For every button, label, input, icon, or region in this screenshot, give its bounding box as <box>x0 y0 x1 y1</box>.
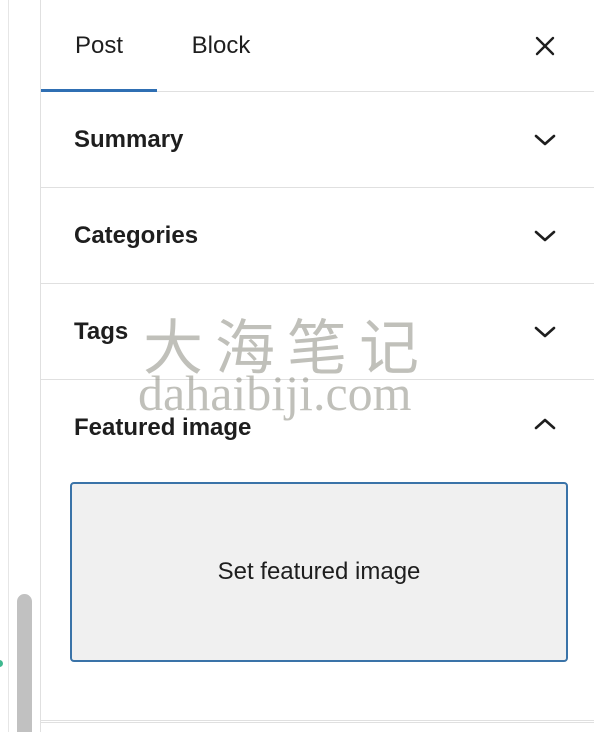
status-dot <box>0 660 3 667</box>
close-sidebar-button[interactable] <box>525 26 565 66</box>
close-icon <box>535 36 555 56</box>
panel-tags-title: Tags <box>74 317 129 345</box>
chevron-up-icon[interactable] <box>531 412 559 436</box>
set-featured-image-label: Set featured image <box>217 558 421 585</box>
panel-featured-image: Featured image Set featured image <box>41 380 594 721</box>
panel-tags[interactable]: Tags <box>41 284 594 380</box>
divider <box>8 0 9 732</box>
chevron-down-icon <box>531 128 559 152</box>
tab-block[interactable]: Block <box>161 0 281 91</box>
editor-canvas-edge <box>0 0 40 732</box>
tab-block-label: Block <box>191 31 251 59</box>
editor-page: Post Block Summary Categories Tags Featu… <box>0 0 594 732</box>
tab-post[interactable]: Post <box>41 0 157 92</box>
tab-post-label: Post <box>74 31 124 59</box>
chevron-down-icon <box>531 320 559 344</box>
panel-summary-title: Summary <box>74 125 184 153</box>
next-panel-edge <box>41 722 594 732</box>
panel-categories-title: Categories <box>74 221 199 249</box>
settings-sidebar: Post Block Summary Categories Tags Featu… <box>40 0 594 732</box>
scrollbar-thumb[interactable] <box>17 594 32 732</box>
panel-featured-image-title[interactable]: Featured image <box>74 380 251 475</box>
set-featured-image-button[interactable]: Set featured image <box>70 482 568 662</box>
sidebar-tabbar: Post Block <box>41 0 594 92</box>
panel-summary[interactable]: Summary <box>41 92 594 188</box>
chevron-down-icon <box>531 224 559 248</box>
panel-categories[interactable]: Categories <box>41 188 594 284</box>
